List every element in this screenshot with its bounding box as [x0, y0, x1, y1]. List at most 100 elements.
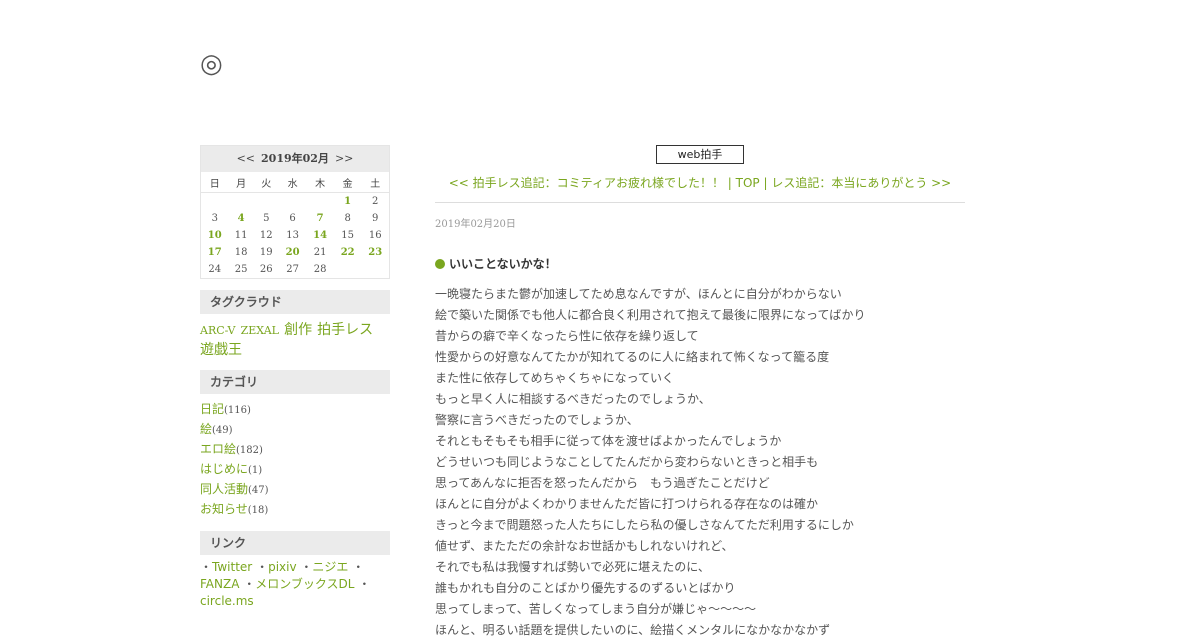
- calendar-day: [254, 193, 279, 211]
- tag-link[interactable]: 遊戯王: [200, 342, 242, 358]
- external-link[interactable]: メロンブックスDL: [255, 577, 354, 591]
- calendar-week: 345 678 9: [201, 210, 389, 227]
- site-title[interactable]: ◎: [200, 46, 223, 82]
- calendar-day: [229, 193, 254, 211]
- prev-entry-link[interactable]: << 拍手レス追記：コミティアお疲れ様でした！！: [449, 176, 724, 190]
- calendar-day-link[interactable]: 17: [201, 244, 229, 261]
- link-bullet: ・: [256, 560, 269, 574]
- category-item: エロ絵(182): [200, 440, 390, 460]
- bullet-icon: [435, 259, 445, 269]
- external-link[interactable]: circle.ms: [200, 594, 254, 608]
- web-clap-button[interactable]: web拍手: [656, 145, 744, 164]
- calendar-day-link[interactable]: 4: [229, 210, 254, 227]
- category-link[interactable]: 日記: [200, 402, 224, 416]
- calendar-weekday: 日: [201, 172, 229, 193]
- external-link[interactable]: Twitter: [212, 560, 252, 574]
- calendar-day-link[interactable]: 10: [201, 227, 229, 244]
- category-link[interactable]: 同人活動: [200, 482, 248, 496]
- links-heading: リンク: [200, 531, 390, 555]
- tag-link[interactable]: ARC-V: [200, 324, 236, 337]
- sidebar: << 2019年02月 >> 日月火水木金土 1 2 3 4 5 6 7 8 9 10 11 12 13 14…: [200, 145, 390, 610]
- external-link[interactable]: FANZA: [200, 577, 239, 591]
- calendar-day-link[interactable]: 7: [306, 210, 334, 227]
- calendar-day-link[interactable]: 23: [361, 244, 389, 261]
- entry-line: 一晩寝たらまた鬱が加速してため息なんですが、ほんとに自分がわからない: [435, 287, 842, 301]
- calendar-day: 24: [208, 264, 222, 275]
- entry-title: いいことないかな！: [435, 256, 965, 272]
- calendar-day: 27: [286, 264, 299, 275]
- calendar-day: 19: [259, 247, 273, 258]
- calendar-day-link[interactable]: 1: [334, 193, 362, 211]
- entry-line: 思ってあんなに拒否を怒ったんだから もう過ぎたことだけど: [435, 476, 770, 490]
- calendar-day: 2: [372, 196, 379, 207]
- calendar-day: 25: [234, 264, 248, 275]
- calendar-weekday: 月: [228, 172, 254, 193]
- category-item: はじめに(1): [200, 460, 390, 480]
- calendar-next-link[interactable]: >>: [335, 152, 353, 165]
- category-count: (116): [224, 405, 251, 416]
- category-link[interactable]: お知らせ: [200, 502, 248, 516]
- calendar-day: 6: [289, 213, 296, 224]
- category-count: (182): [236, 445, 263, 456]
- link-bullet: ・: [200, 560, 213, 574]
- entry-navigation: << 拍手レス追記：コミティアお疲れ様でした！！ | TOP | レス追記：本当…: [435, 174, 965, 203]
- external-link[interactable]: pixiv: [268, 560, 297, 574]
- calendar-week: 24 25 26 27 28: [201, 261, 389, 278]
- entry-line: 警察に言うべきだったのでしょうか、: [435, 413, 639, 427]
- entry-body: 一晩寝たらまた鬱が加速してため息なんですが、ほんとに自分がわからない絵で築いた関…: [435, 284, 965, 641]
- calendar: << 2019年02月 >> 日月火水木金土 1 2 3 4 5 6 7 8 9 10 11 12 13 14…: [200, 145, 390, 279]
- calendar-day: 28: [313, 264, 327, 275]
- calendar-day: 26: [259, 264, 273, 275]
- main-content: web拍手 << 拍手レス追記：コミティアお疲れ様でした！！ | TOP | レ…: [435, 145, 965, 641]
- calendar-header: << 2019年02月 >>: [201, 146, 389, 172]
- tag-link[interactable]: 拍手レス: [317, 322, 373, 338]
- category-count: (47): [248, 485, 269, 496]
- entry-title-text: いいことないかな！: [449, 257, 557, 271]
- next-entry-link[interactable]: レス追記：本当にありがとう >>: [771, 176, 951, 190]
- category-list: 日記(116) 絵(49) エロ絵(182) はじめに(1) 同人活動(47) お知らせ(…: [200, 400, 390, 520]
- entry-line: それともそもそも相手に従って体を渡せばよかったんでしょうか: [435, 434, 782, 448]
- calendar-day: [361, 261, 389, 278]
- tag-link[interactable]: 創作: [284, 322, 312, 338]
- entry-date: 2019年02月20日: [435, 219, 516, 230]
- calendar-day-link[interactable]: 20: [279, 244, 307, 261]
- calendar-week: 17 18 19 20 21 22 23: [201, 244, 389, 261]
- entry-line: ほんと、明るい話題を提供したいのに、絵描くメンタルになかなかなかず: [435, 623, 831, 637]
- link-bullet: ・: [243, 577, 256, 591]
- category-count: (49): [212, 425, 233, 436]
- category-link[interactable]: はじめに: [200, 462, 248, 476]
- calendar-prev-link[interactable]: <<: [237, 152, 255, 165]
- calendar-day-link[interactable]: 14: [306, 227, 334, 244]
- link-bullet: ・: [300, 560, 313, 574]
- tag-link[interactable]: ZEXAL: [241, 324, 279, 337]
- calendar-day: [201, 193, 229, 211]
- calendar-week: 12: [201, 193, 389, 211]
- category-item: 同人活動(47): [200, 480, 390, 500]
- entry-line: 昔からの癖で辛くなったら性に依存を繰り返して: [435, 329, 699, 343]
- category-item: お知らせ(18): [200, 500, 390, 520]
- calendar-day: 13: [286, 230, 299, 241]
- category-item: 日記(116): [200, 400, 390, 420]
- calendar-weekday: 木: [306, 172, 334, 193]
- calendar-weekday: 水: [278, 172, 307, 193]
- calendar-day: 5: [263, 213, 270, 224]
- calendar-day: 21: [313, 247, 327, 258]
- entry-line: 絵で築いた関係でも他人に都合良く利用されて抱えて最後に限界になってばかり: [435, 308, 866, 322]
- calendar-day-link[interactable]: 22: [334, 244, 362, 261]
- tagcloud-heading: タグクラウド: [200, 290, 390, 314]
- category-link[interactable]: 絵: [200, 422, 212, 436]
- category-link[interactable]: エロ絵: [200, 442, 236, 456]
- calendar-day: [279, 193, 307, 211]
- calendar-day: 9: [372, 213, 379, 224]
- calendar-weekday: 金: [333, 172, 362, 193]
- calendar-grid: 日月火水木金土 1 2 3 4 5 6 7 8 9 10 11 12 13 14 15 16 17 18 19 20 2…: [201, 172, 389, 278]
- category-item: 絵(49): [200, 420, 390, 440]
- category-count: (18): [247, 505, 269, 516]
- calendar-week: 10 11 12 13 14 15 16: [201, 227, 389, 244]
- calendar-day: 15: [341, 230, 355, 241]
- calendar-day: 3: [211, 213, 218, 224]
- top-link[interactable]: TOP: [736, 176, 760, 190]
- external-link[interactable]: ニジエ: [312, 560, 348, 574]
- calendar-day: 16: [368, 230, 382, 241]
- link-list: ・Twitter ・pixiv ・ニジエ ・FANZA ・メロンブックスDL ・…: [200, 559, 390, 610]
